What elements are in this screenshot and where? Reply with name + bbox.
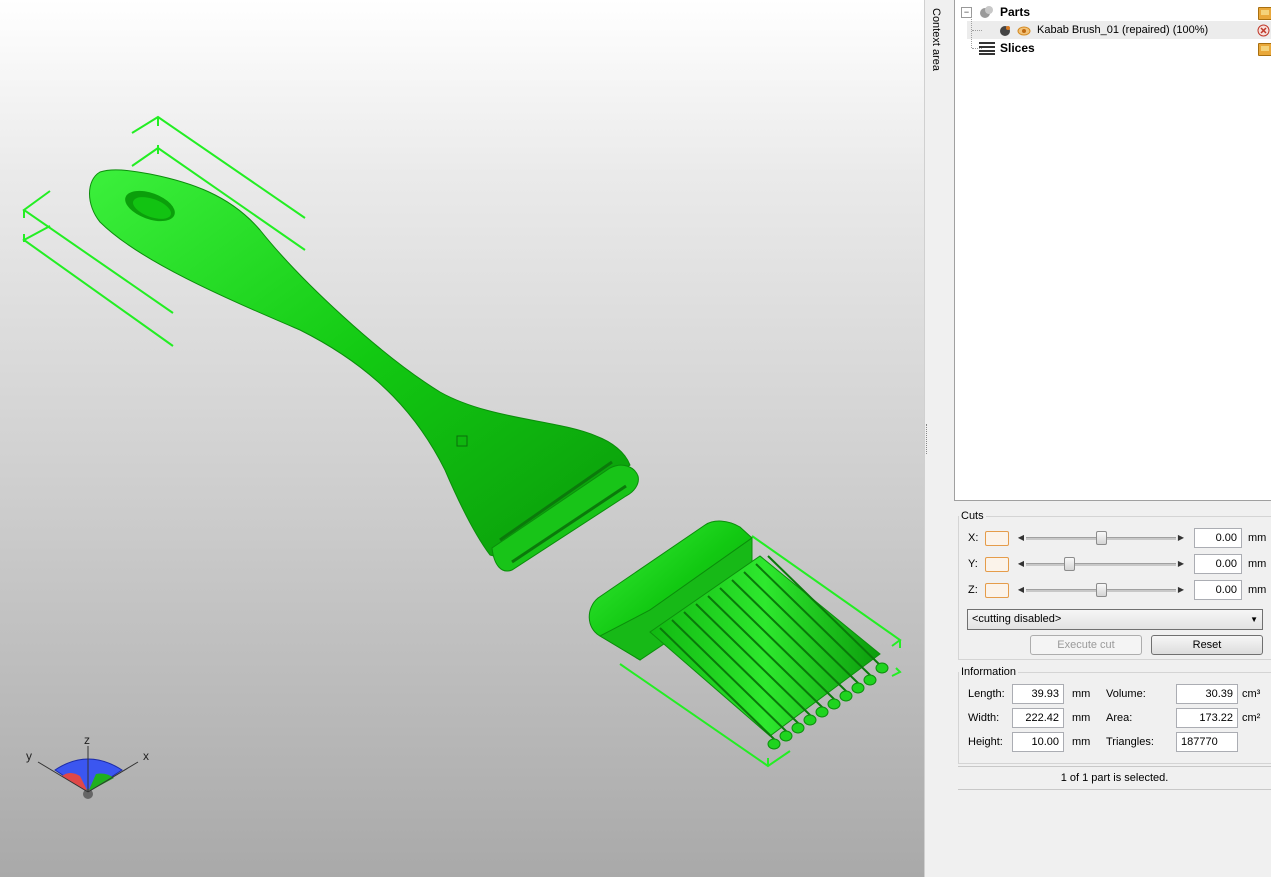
slider-right-arrow-icon[interactable]: ▶ [1176,531,1186,545]
triangles-value: 187770 [1176,732,1238,752]
cut-x-input[interactable]: 0.00 [1194,528,1242,548]
slider-left-arrow-icon[interactable]: ◀ [1016,583,1026,597]
cut-z-slider-thumb[interactable] [1096,583,1107,597]
folder-icon[interactable] [1258,43,1271,56]
part-icon [1000,26,1010,36]
brush-handle[interactable] [89,169,639,572]
area-value: 173.22 [1176,708,1238,728]
height-unit: mm [1072,736,1091,748]
folder-icon[interactable] [1258,7,1271,20]
cuts-title: Cuts [961,510,984,522]
execute-cut-button[interactable]: Execute cut [1030,635,1142,655]
splitter-grip[interactable] [926,424,930,454]
length-value: 39.93 [1012,684,1064,704]
cut-y-unit: mm [1248,558,1267,570]
cut-z-label: Z: [968,584,978,596]
visibility-eye-icon[interactable] [1017,24,1031,38]
cut-y-label: Y: [968,558,978,570]
height-label: Height: [968,736,1003,748]
slider-left-arrow-icon[interactable]: ◀ [1016,557,1026,571]
context-area-tab[interactable]: Context area [928,2,950,86]
slider-left-arrow-icon[interactable]: ◀ [1016,531,1026,545]
cut-y-toggle[interactable] [985,557,1009,572]
cut-x-slider-thumb[interactable] [1096,531,1107,545]
cut-x-unit: mm [1248,532,1267,544]
cut-z-unit: mm [1248,584,1267,596]
brush-head[interactable] [588,520,889,750]
cut-z-toggle[interactable] [985,583,1009,598]
slider-right-arrow-icon[interactable]: ▶ [1176,557,1186,571]
slider-right-arrow-icon[interactable]: ▶ [1176,583,1186,597]
axis-x-label: x [143,749,149,763]
axis-z-label: z [84,733,90,747]
tree-row-part[interactable]: Kabab Brush_01 (repaired) (100%) [967,21,1271,39]
viewport-scene: z x y [22,115,902,799]
tree-row-slices[interactable]: Slices [955,39,1271,57]
tree-line [972,48,982,50]
selection-status: 1 of 1 part is selected. [958,766,1271,790]
tree-label-parts: Parts [1000,5,1031,19]
area-unit: cm² [1242,712,1261,724]
width-value: 222.42 [1012,708,1064,728]
volume-value: 30.39 [1176,684,1238,704]
cut-x-slider[interactable]: ◀ ▶ [1016,531,1186,545]
cut-x-label: X: [968,532,979,544]
width-label: Width: [968,712,1000,724]
width-unit: mm [1072,712,1091,724]
tree-line [972,30,982,32]
triangles-label: Triangles: [1106,736,1154,748]
cut-x-toggle[interactable] [985,531,1009,546]
cut-mode-select[interactable]: <cutting disabled> ▼ [967,609,1263,630]
axis-y-label: y [26,749,32,763]
volume-label: Volume: [1106,688,1146,700]
length-label: Length: [968,688,1005,700]
parts-icon [980,6,993,18]
tree-label-part: Kabab Brush_01 (repaired) (100%) [1037,24,1209,36]
chevron-down-icon: ▼ [1250,615,1258,624]
parts-tree[interactable]: − Parts Kabab Brush_01 (repaired) (100%)… [954,0,1271,501]
axis-gizmo[interactable]: z x y [26,733,149,799]
height-value: 10.00 [1012,732,1064,752]
length-unit: mm [1072,688,1091,700]
cut-z-slider[interactable]: ◀ ▶ [1016,583,1186,597]
volume-unit: cm³ [1242,688,1261,700]
cut-y-slider-thumb[interactable] [1064,557,1075,571]
cut-mode-value: <cutting disabled> [972,613,1062,625]
3d-viewport[interactable]: z x y [0,0,924,877]
remove-icon[interactable] [1257,24,1270,37]
cut-y-input[interactable]: 0.00 [1194,554,1242,574]
tree-row-parts[interactable]: − Parts [955,3,1271,21]
cut-z-input[interactable]: 0.00 [1194,580,1242,600]
context-area-label: Context area [930,8,942,71]
tree-label-slices: Slices [1000,41,1035,55]
information-title: Information [961,666,1017,678]
cut-y-slider[interactable]: ◀ ▶ [1016,557,1186,571]
area-label: Area: [1106,712,1133,724]
reset-button[interactable]: Reset [1151,635,1263,655]
